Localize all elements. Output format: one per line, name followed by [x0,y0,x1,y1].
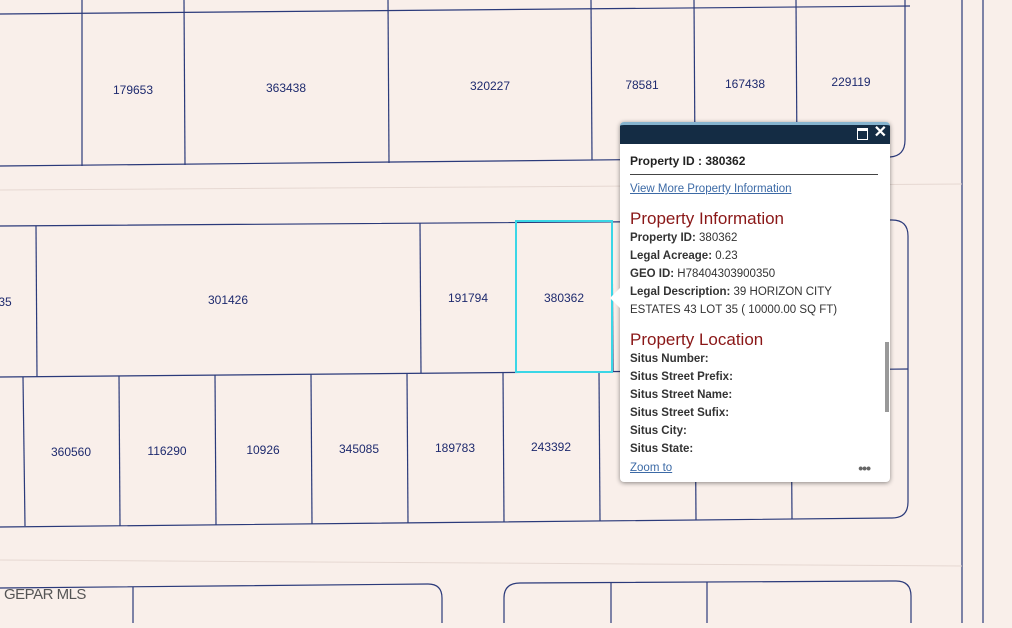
maximize-icon[interactable] [857,128,868,140]
parcel-label[interactable]: 360560 [51,445,91,459]
parcel-label[interactable]: 380362 [544,291,584,305]
location-row: Situs State: [630,443,694,455]
location-row: Situs Number: [630,353,709,365]
popup-titlebar: ✕ [620,122,890,144]
info-row: Legal Description: 39 HORIZON CITY ESTAT… [630,286,838,316]
location-row: Situs Street Prefix: [630,371,733,383]
parcel-label[interactable]: 301426 [208,293,248,307]
view-more-link[interactable]: View More Property Information [630,183,792,195]
info-row: Property ID: 380362 [630,232,738,244]
property-popup[interactable]: ✕ Property ID : 380362 View More Propert… [610,122,890,482]
parcel-label[interactable]: 363438 [266,81,306,95]
section-title-location: Property Location [630,330,764,349]
section-title-information: Property Information [630,209,785,228]
parcel-label[interactable]: 78581 [625,78,658,92]
info-row: GEO ID: H78404303900350 [630,268,776,280]
location-row: Situs Street Sufix: [630,407,730,419]
info-row: Legal Acreage: 0.23 [630,250,738,262]
parcel-label[interactable]: 345085 [339,442,379,456]
watermark: GEPAR MLS [4,586,86,603]
popup-scrollbar[interactable] [885,342,889,412]
popup-title: Property ID : 380362 [630,154,878,175]
ellipsis-icon[interactable]: ••• [858,460,871,476]
parcel-label[interactable]: 35 [0,295,12,309]
parcel-label[interactable]: 167438 [725,77,765,91]
zoom-to-link[interactable]: Zoom to [630,462,672,474]
parcel-label[interactable]: 116290 [147,444,186,458]
parcel-label[interactable]: 189783 [435,441,475,455]
parcel-label[interactable]: 179653 [113,83,153,97]
parcel-label[interactable]: 191794 [448,291,488,305]
parcel-label[interactable]: 243392 [531,440,571,454]
location-row: Situs City: [630,425,687,437]
parcel-label[interactable]: 229119 [831,75,870,89]
close-icon[interactable]: ✕ [874,123,887,143]
popup-pointer [610,288,620,308]
parcel-label[interactable]: 320227 [470,79,510,93]
parcel-label[interactable]: 10926 [246,443,279,457]
location-row: Situs Street Name: [630,389,733,401]
popup-content[interactable]: View More Property Information Property … [630,180,882,463]
